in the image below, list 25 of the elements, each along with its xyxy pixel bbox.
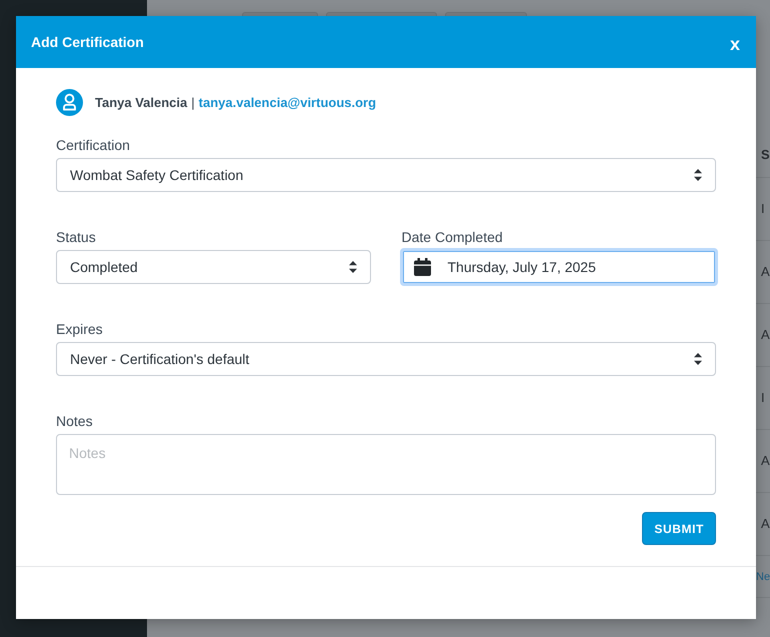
table-cell-text: A xyxy=(760,453,770,469)
dropdown-field[interactable]: Wombat Safety Certification xyxy=(56,158,716,192)
table-cell-text: A xyxy=(760,516,770,532)
table-cell-text: A xyxy=(760,264,770,280)
field-label: Notes xyxy=(56,413,93,430)
sort-arrows-icon xyxy=(348,261,356,273)
notes-field[interactable]: Notes xyxy=(56,434,716,495)
date-field[interactable]: Thursday, July 17, 2025 xyxy=(400,248,718,286)
field-label: Expires xyxy=(56,321,103,338)
sort-arrows-icon xyxy=(694,353,702,365)
dropdown-field[interactable]: Never - Certification's default xyxy=(56,342,716,376)
user-icon xyxy=(56,89,83,116)
field-label: Date Completed xyxy=(402,229,503,246)
sort-arrows-icon xyxy=(694,169,702,181)
table-header-cell-text: S xyxy=(760,147,770,163)
table-cell-text: I xyxy=(760,201,765,217)
name-separator: | xyxy=(191,95,195,110)
table-cell-text: A xyxy=(760,327,770,343)
calendar-icon xyxy=(414,258,430,276)
field-label: Certification xyxy=(56,137,130,154)
user-name: Tanya Valencia xyxy=(95,95,188,110)
field-label: Status xyxy=(56,229,96,246)
table-cell-text: I xyxy=(760,390,765,406)
modal-title: Add Certification xyxy=(31,34,144,50)
dropdown-field[interactable]: Completed xyxy=(56,250,370,284)
